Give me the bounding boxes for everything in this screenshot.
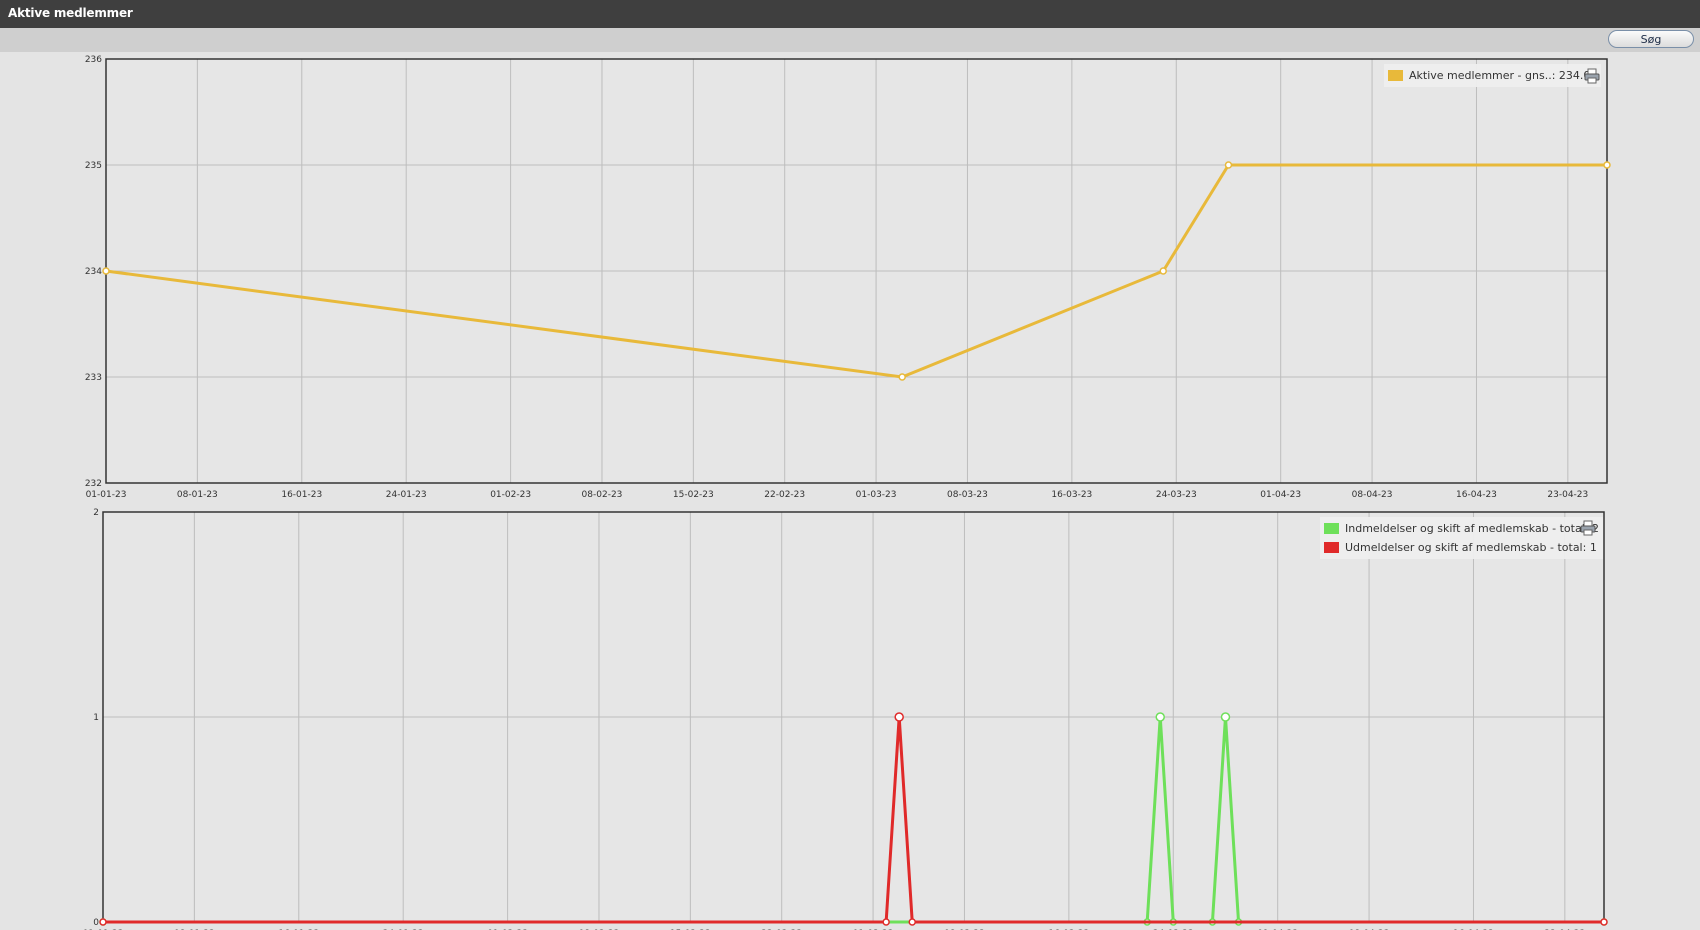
charts-area: 01-01-23 08-01-23 16-01-23 24-01-23 01-02-23… xyxy=(83,55,1611,930)
data-point xyxy=(894,712,904,722)
x-tick-label: 01-04-23 xyxy=(1260,490,1301,500)
y-tick-label: 1 xyxy=(93,713,99,723)
x-tick-label: 08-02-23 xyxy=(582,490,623,500)
data-point xyxy=(99,918,107,926)
x-tick-label: 08-03-23 xyxy=(947,490,988,500)
data-point xyxy=(908,918,916,926)
printer-icon[interactable] xyxy=(1584,68,1600,84)
legend-item-active-members[interactable]: Aktive medlemmer - gns..: 234.09 xyxy=(1388,66,1597,85)
y-tick-label: 234 xyxy=(85,267,102,277)
y-tick-label: 232 xyxy=(85,479,102,489)
legend-swatch-active xyxy=(1388,70,1403,81)
x-tick-label: 23-04-23 xyxy=(1547,490,1588,500)
legend-swatch-leaves xyxy=(1324,542,1339,553)
data-point xyxy=(1155,712,1165,722)
data-point xyxy=(1220,712,1231,722)
x-tick-label: 08-04-23 xyxy=(1352,490,1393,500)
legend-label-leaves: Udmeldelser og skift af medlemskab - tot… xyxy=(1345,541,1597,554)
x-tick-label: 24-01-23 xyxy=(386,490,427,500)
data-point xyxy=(102,267,110,275)
legend-item-joins[interactable]: Indmeldelser og skift af medlemskab - to… xyxy=(1324,519,1599,538)
data-point xyxy=(898,373,906,381)
y-tick-label: 2 xyxy=(93,508,99,518)
legend-swatch-joins xyxy=(1324,523,1339,534)
data-point xyxy=(1600,918,1608,926)
data-point xyxy=(1603,161,1611,169)
legend-item-leaves[interactable]: Udmeldelser og skift af medlemskab - tot… xyxy=(1324,538,1599,557)
x-tick-label: 16-04-23 xyxy=(1456,490,1497,500)
x-tick-label: 15-02-23 xyxy=(673,490,714,500)
x-tick-label: 16-01-23 xyxy=(281,490,322,500)
legend-label-joins: Indmeldelser og skift af medlemskab - to… xyxy=(1345,522,1599,535)
y-tick-label: 235 xyxy=(85,161,102,171)
legend-membership-changes: Indmeldelser og skift af medlemskab - to… xyxy=(1320,517,1603,559)
data-point xyxy=(882,918,890,926)
printer-icon[interactable] xyxy=(1580,520,1596,536)
legend-label-active: Aktive medlemmer - gns..: 234.09 xyxy=(1409,69,1598,82)
y-tick-label: 0 xyxy=(93,918,99,928)
x-tick-label: 01-03-23 xyxy=(856,490,897,500)
x-tick-label: 01-01-23 xyxy=(86,490,127,500)
data-point xyxy=(1224,161,1233,169)
y-tick-label: 233 xyxy=(85,373,102,383)
x-tick-label: 16-03-23 xyxy=(1051,490,1092,500)
x-tick-label: 08-01-23 xyxy=(177,490,218,500)
legend-active-members: Aktive medlemmer - gns..: 234.09 xyxy=(1384,64,1602,87)
x-tick-label: 01-02-23 xyxy=(490,490,531,500)
x-tick-label: 24-03-23 xyxy=(1156,490,1197,500)
y-tick-label: 236 xyxy=(85,55,102,65)
data-point xyxy=(1159,267,1167,275)
x-tick-label: 22-02-23 xyxy=(764,490,805,500)
